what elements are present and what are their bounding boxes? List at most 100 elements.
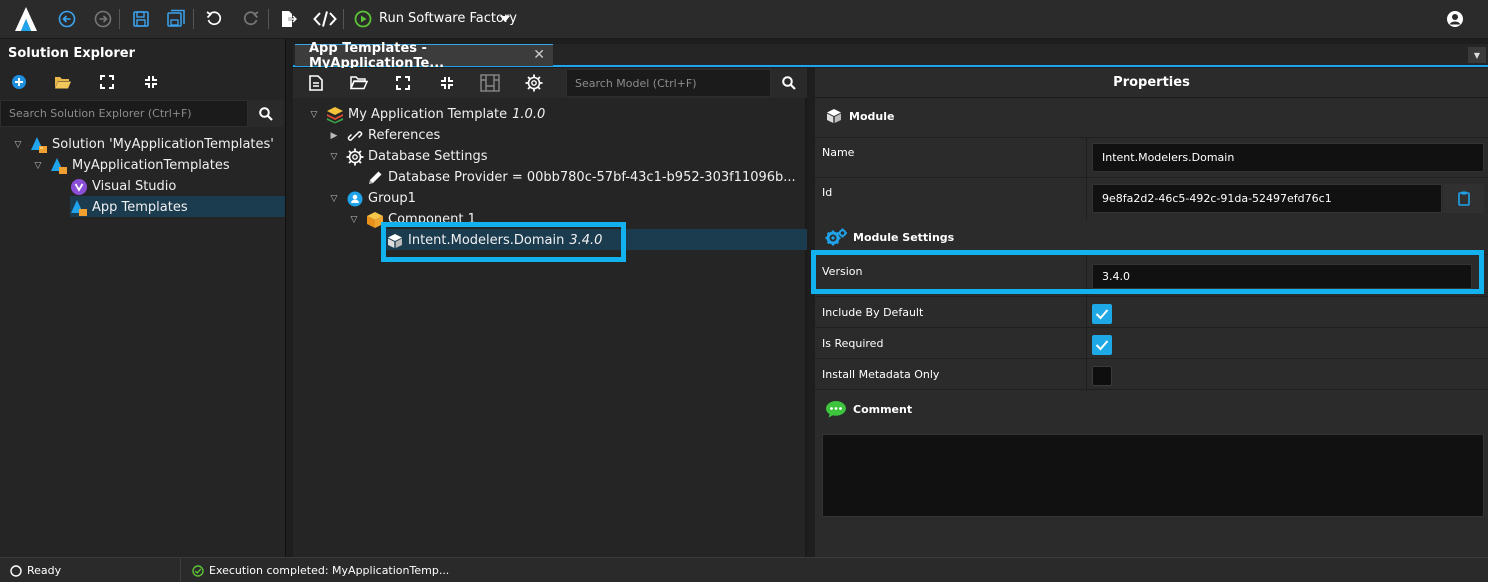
references-label: References [368,128,441,143]
is-required-row: Is Required [815,327,1488,359]
expanded-arrow-icon[interactable]: ▽ [32,161,44,171]
is-required-label: Is Required [822,337,884,350]
tree-item-label: MyApplicationTemplates [72,158,230,173]
tree-item-app-templates[interactable]: App Templates [52,197,188,218]
account-icon[interactable] [1444,8,1466,30]
expanded-arrow-icon[interactable]: ▽ [328,194,340,204]
add-icon[interactable] [8,71,30,93]
comment-textarea[interactable] [822,434,1484,517]
module-settings-label: Module Settings [853,230,955,244]
module-icon [386,232,404,250]
name-label: Name [822,146,855,159]
panel-title: Solution Explorer [8,46,135,61]
properties-panel: Properties Module Name Intent.Modelers.D… [815,68,1488,557]
app-logo-icon[interactable] [13,6,39,32]
tree-item-database-settings[interactable]: ▽ Database Settings [328,146,487,167]
save-all-icon[interactable] [165,8,187,30]
play-icon[interactable] [352,8,374,30]
expand-all-icon[interactable] [392,72,414,94]
expand-all-icon[interactable] [96,71,118,93]
model-toolbar: Search Model (Ctrl+F) [293,68,807,98]
application-icon [50,157,68,175]
gears-icon [825,228,847,246]
diagram-icon[interactable] [479,72,501,94]
gear-icon [346,148,364,166]
tree-item-component[interactable]: ▽ Component 1 [348,209,476,230]
module-section-header: Module [815,99,1488,133]
expanded-arrow-icon[interactable]: ▽ [12,140,24,150]
app-templates-icon [70,199,88,217]
code-icon[interactable] [312,8,338,30]
visual-studio-icon [70,178,88,196]
tab-app-templates[interactable]: App Templates - MyApplicationTe... ✕ [295,41,553,71]
template-stack-icon [326,106,344,124]
status-bar: Ready Execution completed: MyApplication… [0,557,1488,582]
name-row: Name Intent.Modelers.Domain [815,137,1488,178]
name-field[interactable]: Intent.Modelers.Domain [1092,143,1484,172]
module-icon [825,107,843,125]
module-settings-section-header: Module Settings [815,220,1488,254]
model-search-input[interactable]: Search Model (Ctrl+F) [566,69,771,97]
status-execution[interactable]: Execution completed: MyApplicationTemp..… [192,564,449,577]
id-label: Id [822,186,833,199]
properties-title: Properties [815,68,1488,98]
comment-icon [825,400,847,418]
forward-icon[interactable] [92,8,114,30]
expanded-arrow-icon[interactable]: ▽ [308,110,320,120]
include-by-default-checkbox[interactable] [1092,304,1112,324]
open-folder-icon[interactable] [348,72,370,94]
install-metadata-only-label: Install Metadata Only [822,368,940,381]
solution-explorer-panel: Solution Explorer Search Solution Explor… [0,39,286,557]
collapsed-arrow-icon[interactable]: ▶ [328,131,340,141]
collapse-all-icon[interactable] [436,72,458,94]
version-label: Version [822,265,863,278]
include-by-default-label: Include By Default [822,306,924,319]
tree-item-references[interactable]: ▶ References [328,125,441,146]
undo-icon[interactable] [203,8,225,30]
pencil-icon [366,169,384,187]
tree-item-project[interactable]: ▽ MyApplicationTemplates [32,155,230,176]
search-icon[interactable] [248,100,284,127]
close-icon[interactable]: ✕ [533,47,545,63]
export-icon[interactable] [277,8,299,30]
save-icon[interactable] [130,8,152,30]
status-execution-label: Execution completed: MyApplicationTemp..… [209,564,450,577]
module-version: 3.4.0 [569,233,603,248]
tree-item-root[interactable]: ▽ My Application Template 1.0.0 [308,104,545,125]
group-label: Group1 [368,191,416,206]
redo-icon[interactable] [240,8,262,30]
root-label: My Application Template [348,107,508,122]
tree-item-module[interactable]: Intent.Modelers.Domain 3.4.0 [368,230,602,251]
solution-search-input[interactable]: Search Solution Explorer (Ctrl+F) [0,100,248,127]
copy-clipboard-icon[interactable] [1443,184,1484,213]
settings-icon[interactable] [523,72,545,94]
status-ready: Ready [10,564,61,577]
module-section-label: Module [849,109,895,123]
component-icon [366,211,384,229]
install-metadata-only-checkbox[interactable] [1092,366,1112,386]
new-file-icon[interactable] [305,72,327,94]
run-software-factory-button[interactable]: Run Software Factory [379,11,517,26]
install-metadata-only-row: Install Metadata Only [815,358,1488,391]
tree-item-visual-studio[interactable]: Visual Studio [52,176,176,197]
is-required-checkbox[interactable] [1092,335,1112,355]
dropdown-icon[interactable] [498,8,512,30]
editor-tabstrip: App Templates - MyApplicationTe... ✕ ▼ [293,41,1488,71]
back-icon[interactable] [56,8,78,30]
tree-item-database-provider[interactable]: Database Provider = 00bb780c-57bf-43c1-b… [348,167,796,188]
ready-circle-icon [10,564,22,577]
expanded-arrow-icon[interactable]: ▽ [348,215,360,225]
collapse-all-icon[interactable] [140,71,162,93]
comment-section-header: Comment [815,392,1488,426]
expanded-arrow-icon[interactable]: ▽ [328,152,340,162]
include-by-default-row: Include By Default [815,296,1488,328]
tree-item-group[interactable]: ▽ Group1 [328,188,416,209]
tree-item-solution[interactable]: ▽ Solution 'MyApplicationTemplates' [12,134,274,155]
id-field[interactable]: 9e8fa2d2-46c5-492c-91da-52497efd76c1 [1092,184,1442,213]
tab-dropdown-icon[interactable]: ▼ [1468,47,1486,63]
search-icon[interactable] [771,69,807,97]
version-field[interactable]: 3.4.0 [1092,264,1472,289]
tree-item-label: App Templates [92,200,188,215]
open-folder-icon[interactable] [52,71,74,93]
model-tree-panel: Search Model (Ctrl+F) ▽ My Application T… [293,68,807,557]
